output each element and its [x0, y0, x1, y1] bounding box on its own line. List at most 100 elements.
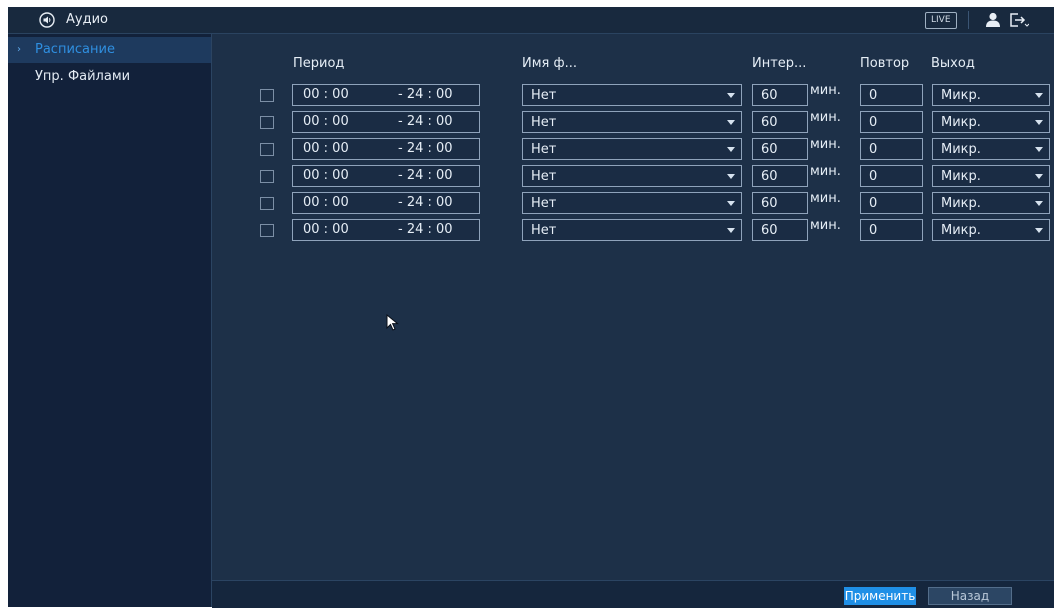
- column-header-period: Период: [293, 56, 345, 71]
- schedule-row: 00 : 00 - 24 : 00 Нет 60 мин. 0 Микр.: [212, 164, 1054, 187]
- page-title: Аудио: [66, 12, 108, 27]
- time-period-field[interactable]: 00 : 00 - 24 : 00: [292, 165, 480, 187]
- start-time[interactable]: 00 : 00: [303, 114, 349, 129]
- row-checkbox[interactable]: [260, 143, 274, 156]
- output-value: Микр.: [941, 142, 981, 157]
- sidebar-item-label: Упр. Файлами: [35, 69, 131, 84]
- row-checkbox[interactable]: [260, 89, 274, 102]
- schedule-panel: Период Имя ф... Интер... Повтор Выход 00…: [212, 34, 1054, 580]
- sidebar-item-schedule[interactable]: › Расписание: [8, 37, 211, 63]
- sidebar: › Расписание Упр. Файлами: [8, 34, 212, 607]
- start-time[interactable]: 00 : 00: [303, 141, 349, 156]
- schedule-row: 00 : 00 - 24 : 00 Нет 60 мин. 0 Микр.: [212, 191, 1054, 214]
- start-time[interactable]: 00 : 00: [303, 168, 349, 183]
- interval-input[interactable]: 60: [752, 84, 808, 106]
- interval-value: 60: [761, 142, 778, 157]
- repeat-input[interactable]: 0: [860, 111, 923, 133]
- interval-value: 60: [761, 169, 778, 184]
- output-select[interactable]: Микр.: [932, 192, 1050, 214]
- column-header-interval: Интер...: [752, 56, 807, 71]
- time-period-field[interactable]: 00 : 00 - 24 : 00: [292, 111, 480, 133]
- output-value: Микр.: [941, 115, 981, 130]
- back-button[interactable]: Назад: [928, 587, 1012, 605]
- start-time[interactable]: 00 : 00: [303, 222, 349, 237]
- start-time[interactable]: 00 : 00: [303, 195, 349, 210]
- output-select[interactable]: Микр.: [932, 84, 1050, 106]
- chevron-down-icon: [1035, 174, 1043, 179]
- output-value: Микр.: [941, 223, 981, 238]
- sidebar-item-file-management[interactable]: Упр. Файлами: [8, 64, 211, 90]
- interval-value: 60: [761, 223, 778, 238]
- interval-unit: мин.: [810, 137, 841, 152]
- output-select[interactable]: Микр.: [932, 138, 1050, 160]
- file-name-select[interactable]: Нет: [522, 84, 742, 106]
- end-time[interactable]: - 24 : 00: [398, 141, 453, 156]
- file-name-select[interactable]: Нет: [522, 192, 742, 214]
- file-name-select[interactable]: Нет: [522, 219, 742, 241]
- output-value: Микр.: [941, 196, 981, 211]
- apply-button[interactable]: Применить: [844, 587, 916, 605]
- time-period-field[interactable]: 00 : 00 - 24 : 00: [292, 138, 480, 160]
- user-icon[interactable]: [984, 11, 1002, 29]
- row-checkbox[interactable]: [260, 197, 274, 210]
- repeat-input[interactable]: 0: [860, 84, 923, 106]
- start-time[interactable]: 00 : 00: [303, 87, 349, 102]
- time-period-field[interactable]: 00 : 00 - 24 : 00: [292, 84, 480, 106]
- interval-input[interactable]: 60: [752, 219, 808, 241]
- file-name-value: Нет: [531, 142, 557, 157]
- logout-icon[interactable]: [1009, 12, 1029, 28]
- end-time[interactable]: - 24 : 00: [398, 222, 453, 237]
- file-name-value: Нет: [531, 169, 557, 184]
- interval-value: 60: [761, 196, 778, 211]
- row-checkbox[interactable]: [260, 224, 274, 237]
- time-period-field[interactable]: 00 : 00 - 24 : 00: [292, 192, 480, 214]
- file-name-value: Нет: [531, 223, 557, 238]
- chevron-down-icon: [727, 120, 735, 125]
- interval-input[interactable]: 60: [752, 192, 808, 214]
- row-checkbox[interactable]: [260, 116, 274, 129]
- live-button[interactable]: LIVE: [925, 12, 957, 29]
- repeat-value: 0: [869, 169, 878, 184]
- chevron-down-icon: [727, 228, 735, 233]
- column-header-repeat: Повтор: [860, 56, 910, 71]
- repeat-input[interactable]: 0: [860, 138, 923, 160]
- end-time[interactable]: - 24 : 00: [398, 168, 453, 183]
- divider: [968, 11, 969, 29]
- footer-bar: Применить Назад: [212, 580, 1054, 608]
- schedule-row: 00 : 00 - 24 : 00 Нет 60 мин. 0 Микр.: [212, 137, 1054, 160]
- repeat-input[interactable]: 0: [860, 219, 923, 241]
- interval-input[interactable]: 60: [752, 138, 808, 160]
- repeat-value: 0: [869, 223, 878, 238]
- file-name-select[interactable]: Нет: [522, 138, 742, 160]
- time-period-field[interactable]: 00 : 00 - 24 : 00: [292, 219, 480, 241]
- row-checkbox[interactable]: [260, 170, 274, 183]
- repeat-input[interactable]: 0: [860, 192, 923, 214]
- chevron-down-icon: [727, 174, 735, 179]
- repeat-input[interactable]: 0: [860, 165, 923, 187]
- output-select[interactable]: Микр.: [932, 165, 1050, 187]
- interval-input[interactable]: 60: [752, 111, 808, 133]
- end-time[interactable]: - 24 : 00: [398, 114, 453, 129]
- end-time[interactable]: - 24 : 00: [398, 87, 453, 102]
- schedule-row: 00 : 00 - 24 : 00 Нет 60 мин. 0 Микр.: [212, 83, 1054, 106]
- interval-unit: мин.: [810, 191, 841, 206]
- file-name-select[interactable]: Нет: [522, 111, 742, 133]
- chevron-down-icon: [1035, 93, 1043, 98]
- chevron-right-icon: ›: [17, 44, 21, 55]
- output-value: Микр.: [941, 169, 981, 184]
- chevron-down-icon: [1035, 147, 1043, 152]
- interval-unit: мин.: [810, 83, 841, 98]
- repeat-value: 0: [869, 115, 878, 130]
- file-name-select[interactable]: Нет: [522, 165, 742, 187]
- repeat-value: 0: [869, 142, 878, 157]
- interval-value: 60: [761, 88, 778, 103]
- output-select[interactable]: Микр.: [932, 219, 1050, 241]
- interval-input[interactable]: 60: [752, 165, 808, 187]
- column-header-output: Выход: [931, 56, 975, 71]
- output-select[interactable]: Микр.: [932, 111, 1050, 133]
- mouse-cursor-icon: [386, 314, 399, 331]
- chevron-down-icon: [1035, 201, 1043, 206]
- end-time[interactable]: - 24 : 00: [398, 195, 453, 210]
- chevron-down-icon: [1035, 120, 1043, 125]
- speaker-icon: [39, 12, 55, 28]
